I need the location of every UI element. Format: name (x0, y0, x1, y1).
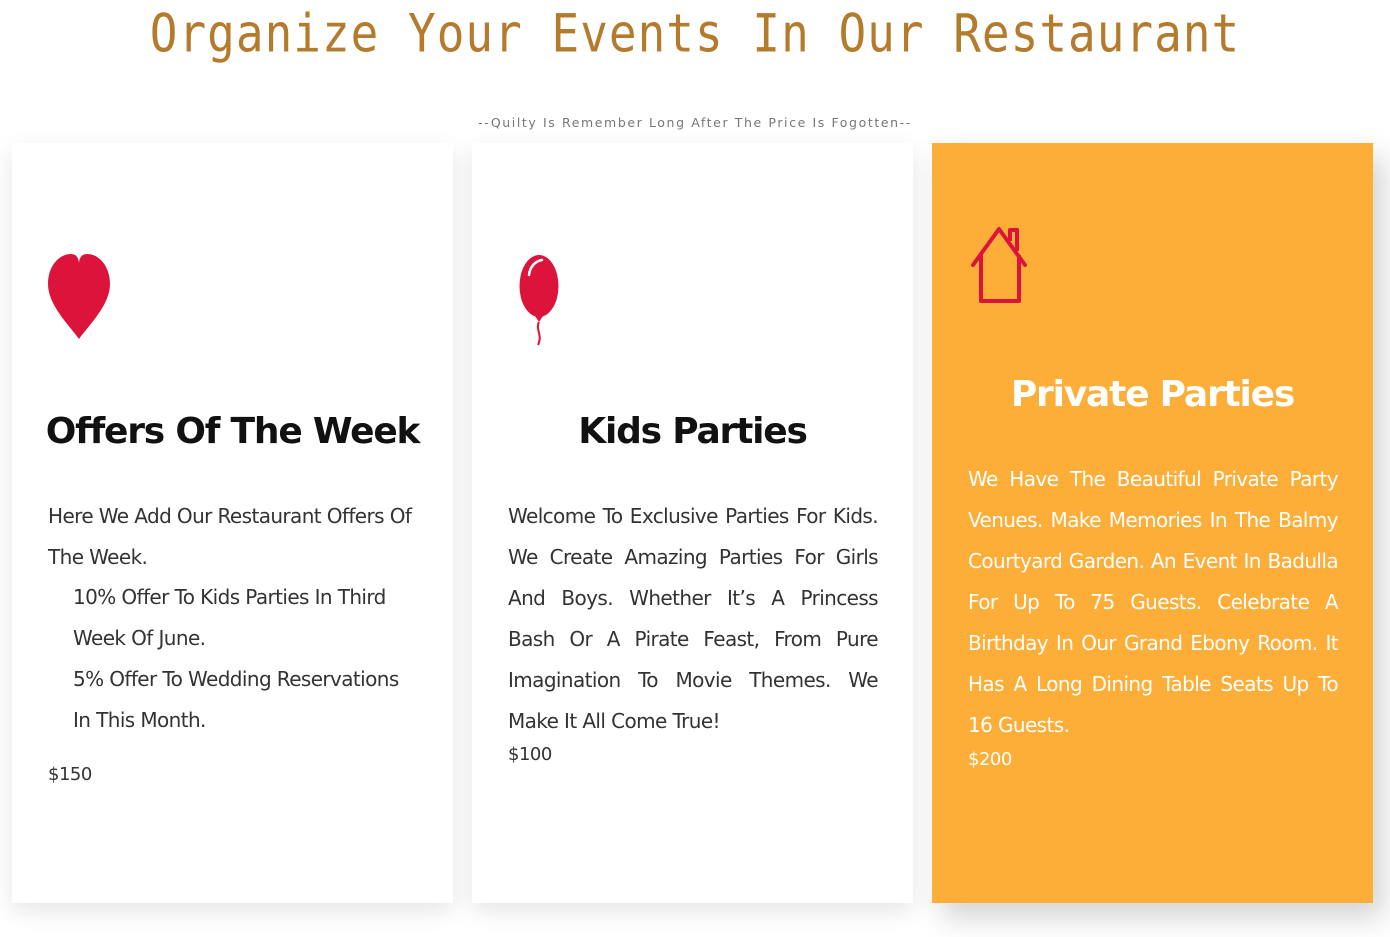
card-title: Private Parties (1010, 374, 1295, 415)
heart-icon (48, 254, 110, 339)
page-subtitle: --Quilty Is Remember Long After The Pric… (478, 115, 912, 130)
card-price: $100 (508, 744, 552, 765)
offer-list: 10% Offer To Kids Parties In Third Week … (48, 577, 418, 741)
list-item: 10% Offer To Kids Parties In Third Week … (73, 585, 386, 650)
list-item: 5% Offer To Wedding Reservations In This… (73, 667, 399, 732)
card-title: Offers Of The Week (45, 411, 421, 452)
card-description: We Have The Beautiful Private Party Venu… (968, 467, 1339, 737)
card-description: Here We Add Our Restaurant Offers Of The… (48, 504, 412, 569)
card-price: $200 (968, 749, 1012, 770)
page-title: Organize Your Events In Our Restaurant (149, 1, 1241, 65)
event-card-offers: Offers Of The Week Here We Add Our Resta… (12, 143, 453, 903)
event-card-kids: Kids Parties Welcome To Exclusive Partie… (472, 143, 913, 903)
card-title: Kids Parties (578, 411, 808, 452)
balloon-icon (519, 255, 559, 346)
house-icon (971, 227, 1027, 303)
card-description: Welcome To Exclusive Parties For Kids. W… (508, 504, 879, 733)
event-card-private: Private Parties We Have The Beautiful Pr… (932, 143, 1373, 903)
card-price: $150 (48, 764, 92, 785)
